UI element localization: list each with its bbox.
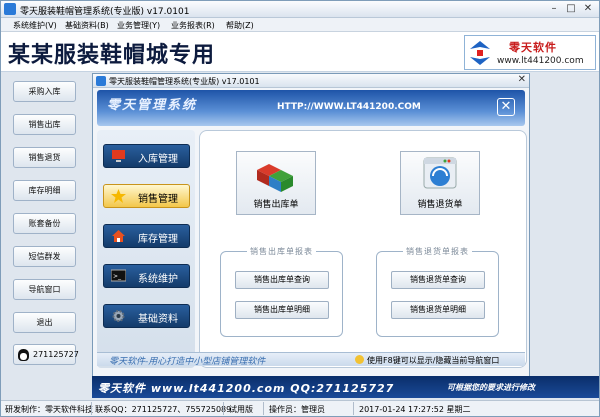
nav-basic-data[interactable]: 基础资料 (103, 304, 190, 328)
nav-inbound[interactable]: 入库管理 (103, 144, 190, 168)
inner-status-bar: 零天软件-用心打造中小型店铺管理软件 使用F8键可以显示/隐藏当前导航窗口 (97, 352, 525, 367)
sidebar-sales-out[interactable]: 销售出库 (13, 114, 76, 135)
brand-logo-icon (470, 41, 490, 65)
nav-basic-data-label: 基础资料 (138, 314, 178, 325)
sales-return-detail-button[interactable]: 销售退货单明细 (391, 301, 485, 319)
status-edition: 试用版 (229, 405, 253, 414)
sidebar-backup[interactable]: 账套备份 (13, 213, 76, 234)
qq-number: 271125727 (33, 350, 79, 359)
nav-panel: 入库管理 销售管理 库存管理 >_ 系统维护 基础资料 (97, 130, 195, 368)
star-icon (111, 189, 126, 203)
nav-stock[interactable]: 库存管理 (103, 224, 190, 248)
nav-stock-label: 库存管理 (138, 234, 178, 245)
status-qq: 联系QQ：271125727、755725089 (95, 405, 232, 414)
promo-left: 零天软件 www.lt441200.com QQ:271125727 (98, 382, 395, 395)
return-window-icon (423, 157, 457, 189)
inner-window-title: 零天服装鞋帽管理系统(专业版) v17.0101 (109, 77, 260, 86)
minimize-icon[interactable]: – (547, 3, 561, 15)
sidebar-purchase-in[interactable]: 采购入库 (13, 81, 76, 102)
sales-return-report-group: 销售退货单报表 销售退货单查询 销售退货单明细 (376, 247, 499, 337)
sales-return-report-title: 销售退货单报表 (403, 247, 472, 256)
banner: 某某服装鞋帽城专用 零天软件 www.lt441200.com (1, 32, 599, 72)
content-panel: 销售出库单 销售退货单 销售出库单报表 销售出库单查询 销售出库单明细 销售退货… (199, 130, 527, 368)
inner-app-icon (96, 76, 106, 86)
app-icon (4, 3, 16, 15)
brand-url: www.lt441200.com (497, 56, 584, 66)
status-developer: 研发制作：零天软件科技 (5, 405, 93, 414)
sales-out-report-group: 销售出库单报表 销售出库单查询 销售出库单明细 (220, 247, 343, 337)
nav-header: 零天管理系统 HTTP://WWW.LT441200.COM ✕ (97, 90, 525, 126)
status-operator: 操作员：管理员 (269, 405, 325, 414)
status-datetime: 2017-01-24 17:27:52 星期二 (359, 405, 471, 414)
sales-out-query-button[interactable]: 销售出库单查询 (235, 271, 329, 289)
menu-help[interactable]: 帮助(Z) (226, 20, 254, 31)
sales-out-detail-button[interactable]: 销售出库单明细 (235, 301, 329, 319)
sidebar-stock-detail[interactable]: 库存明细 (13, 180, 76, 201)
sidebar-sms[interactable]: 短信群发 (13, 246, 76, 267)
sidebar: 采购入库 销售出库 销售退货 库存明细 账套备份 短信群发 导航窗口 退出 27… (5, 75, 85, 375)
monitor-icon (112, 150, 125, 162)
nav-sales-label: 销售管理 (138, 194, 178, 205)
brand-name: 零天软件 (509, 41, 557, 54)
svg-text:>_: >_ (113, 273, 122, 280)
house-icon (112, 230, 125, 242)
status-bar: 研发制作：零天软件科技 联系QQ：271125727、755725089 试用版… (1, 400, 599, 416)
nav-sales[interactable]: 销售管理 (103, 184, 190, 208)
gear-icon (112, 310, 125, 322)
menu-system[interactable]: 系统维护(V) (13, 20, 57, 31)
sales-return-order-label: 销售退货单 (417, 200, 463, 210)
bulb-icon (355, 355, 364, 364)
window-title: 零天服装鞋帽管理系统(专业版) v17.0101 (20, 7, 190, 17)
menu-reports[interactable]: 业务报表(R) (171, 20, 215, 31)
sales-out-order-button[interactable]: 销售出库单 (236, 151, 316, 215)
title-bar[interactable]: 零天服装鞋帽管理系统(专业版) v17.0101 – □ ✕ (1, 1, 599, 18)
store-title: 某某服装鞋帽城专用 (8, 42, 216, 68)
qq-penguin-icon (18, 349, 29, 361)
sidebar-sales-return[interactable]: 销售退货 (13, 147, 76, 168)
maximize-icon[interactable]: □ (564, 3, 578, 15)
inner-title-bar[interactable]: 零天服装鞋帽管理系统(专业版) v17.0101 ✕ (93, 74, 529, 88)
main-window: 零天服装鞋帽管理系统(专业版) v17.0101 – □ ✕ 系统维护(V) 基… (0, 0, 600, 417)
nav-system-label: 系统维护 (138, 274, 178, 285)
blocks-icon (257, 164, 293, 192)
sales-out-order-label: 销售出库单 (253, 200, 299, 210)
sales-return-order-button[interactable]: 销售退货单 (400, 151, 480, 215)
slogan: 零天软件-用心打造中小型店铺管理软件 (109, 357, 266, 367)
system-name: 零天管理系统 (107, 98, 198, 113)
nav-system[interactable]: >_ 系统维护 (103, 264, 190, 288)
f8-hint: 使用F8键可以显示/隐藏当前导航窗口 (367, 356, 500, 365)
header-url: HTTP://WWW.LT441200.COM (277, 102, 421, 112)
close-icon[interactable]: ✕ (581, 3, 595, 15)
nav-inbound-label: 入库管理 (138, 154, 178, 165)
menu-business[interactable]: 业务管理(Y) (117, 20, 160, 31)
sales-return-query-button[interactable]: 销售退货单查询 (391, 271, 485, 289)
sales-out-report-title: 销售出库单报表 (247, 247, 316, 256)
console-icon: >_ (111, 269, 126, 282)
menu-bar: 系统维护(V) 基础资料(B) 业务管理(Y) 业务报表(R) 帮助(Z) (1, 18, 599, 32)
promo-right: 可根据您的要求进行修改 (447, 383, 535, 392)
sidebar-nav-window[interactable]: 导航窗口 (13, 279, 76, 300)
brand-box: 零天软件 www.lt441200.com (464, 35, 596, 70)
sidebar-exit[interactable]: 退出 (13, 312, 76, 333)
navigation-window: 零天服装鞋帽管理系统(专业版) v17.0101 ✕ 零天管理系统 HTTP:/… (92, 73, 530, 380)
header-close-button[interactable]: ✕ (497, 98, 515, 116)
promo-bar: 零天软件 www.lt441200.com QQ:271125727 可根据您的… (92, 376, 599, 398)
menu-basic[interactable]: 基础资料(B) (65, 20, 109, 31)
qq-button[interactable]: 271125727 (13, 344, 79, 365)
inner-close-icon[interactable]: ✕ (518, 74, 526, 85)
